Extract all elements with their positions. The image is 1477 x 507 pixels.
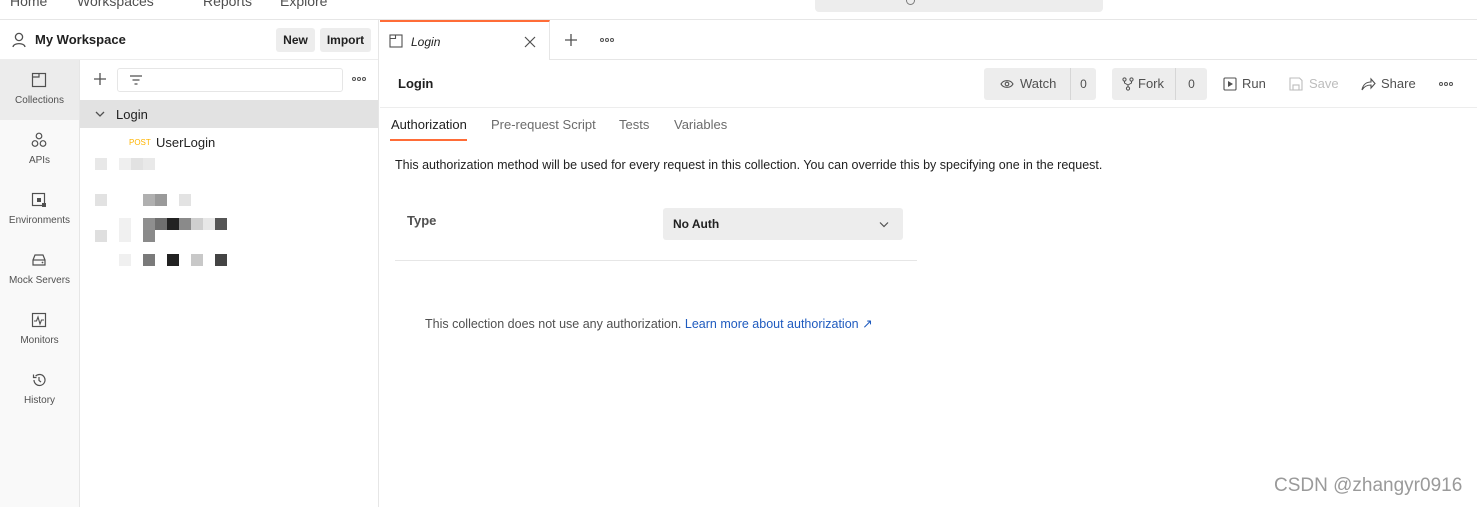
new-tab-plus-icon[interactable]: [564, 33, 578, 47]
request-title: Login: [398, 76, 434, 91]
close-icon[interactable]: [524, 36, 536, 48]
chevron-down-icon[interactable]: [95, 110, 105, 118]
save-icon: [1289, 77, 1303, 91]
rail-label: Collections: [15, 95, 64, 106]
auth-description: This authorization method will be used f…: [395, 158, 1103, 172]
run-icon: [1223, 77, 1237, 91]
share-label: Share: [1381, 76, 1416, 91]
tab-more-icon[interactable]: [600, 38, 614, 42]
tab-title: Login: [411, 35, 441, 49]
fork-count[interactable]: 0: [1175, 68, 1207, 100]
fork-button[interactable]: Fork: [1138, 68, 1164, 100]
tab-login[interactable]: Login: [380, 20, 550, 60]
top-navigation-bar: Home Workspaces Reports Explore: [0, 0, 1477, 20]
tree-toolbar: [80, 60, 378, 98]
nav-explore[interactable]: Explore: [280, 0, 327, 9]
more-actions-icon[interactable]: [1439, 82, 1453, 86]
collection-item-login[interactable]: Login: [80, 100, 378, 128]
tab-strip: Login: [380, 20, 1477, 60]
fork-icon: [1122, 77, 1134, 91]
rail-label: History: [23, 395, 56, 406]
history-icon: [32, 373, 46, 387]
rail-label: Environments: [8, 215, 71, 226]
filter-icon: [130, 75, 142, 85]
monitors-icon: [31, 312, 47, 328]
request-name: UserLogin: [156, 135, 216, 150]
workspace-title[interactable]: My Workspace: [35, 32, 126, 47]
nav-reports[interactable]: Reports: [203, 0, 252, 9]
auth-type-value: No Auth: [673, 217, 720, 231]
rail-label: Mock Servers: [8, 275, 71, 286]
auth-type-row: Type No Auth: [395, 195, 917, 261]
watermark: CSDN @zhangyr0916: [1274, 475, 1463, 496]
apis-icon: [31, 132, 47, 147]
tab-variables[interactable]: Variables: [674, 117, 727, 132]
auth-note: This collection does not use any authori…: [425, 316, 873, 331]
filter-input[interactable]: [117, 68, 343, 92]
auth-type-select[interactable]: No Auth: [663, 208, 903, 240]
mock-servers-icon: [32, 254, 46, 266]
rail-item-monitors[interactable]: Monitors: [0, 300, 79, 360]
tab-authorization[interactable]: Authorization: [391, 117, 467, 132]
request-header: Login Watch 0 Fork 0 Run Save Share: [380, 60, 1477, 108]
rail-item-apis[interactable]: APIs: [0, 120, 79, 180]
person-icon: [12, 32, 26, 48]
method-badge: POST: [129, 138, 151, 147]
collections-icon: [31, 72, 47, 88]
collection-name: Login: [116, 107, 148, 122]
new-button[interactable]: New: [276, 28, 315, 52]
rail-label: APIs: [28, 155, 51, 166]
rail-item-collections[interactable]: Collections: [0, 60, 79, 120]
collection-tab-icon: [389, 34, 403, 48]
workspace-header: My Workspace New Import: [0, 20, 378, 60]
rail-item-history[interactable]: History: [0, 360, 79, 420]
share-icon: [1361, 77, 1376, 91]
run-label: Run: [1242, 76, 1266, 91]
tab-tests[interactable]: Tests: [619, 117, 649, 132]
learn-more-link[interactable]: Learn more about authorization ↗: [685, 317, 873, 331]
tab-pre-request-script[interactable]: Pre-request Script: [491, 117, 596, 132]
nav-home[interactable]: Home: [10, 0, 47, 9]
environments-icon: [31, 192, 46, 207]
collection-subtabs: Authorization Pre-request Script Tests V…: [380, 108, 1477, 144]
save-label: Save: [1309, 76, 1339, 91]
watch-count[interactable]: 0: [1070, 68, 1096, 100]
auth-type-label: Type: [407, 213, 437, 228]
plus-icon[interactable]: [93, 72, 107, 86]
rail-item-mock-servers[interactable]: Mock Servers: [0, 240, 79, 300]
sidebar-rail: Collections APIs Environments Mock Serve…: [0, 60, 80, 507]
watch-button[interactable]: Watch: [1020, 68, 1056, 100]
search-icon: [906, 0, 915, 5]
rail-item-environments[interactable]: Environments: [0, 180, 79, 240]
sidebar: My Workspace New Import Collections APIs: [0, 20, 379, 507]
more-options-icon[interactable]: [352, 77, 366, 81]
active-tab-indicator: [390, 139, 467, 141]
main-panel: Login Login Watch 0 Fork 0 Run Save Shar…: [380, 20, 1477, 507]
chevron-down-icon: [879, 222, 889, 228]
eye-icon: [1000, 80, 1014, 88]
watch-group: Watch 0: [984, 68, 1096, 100]
request-item-userlogin[interactable]: POST UserLogin: [80, 128, 378, 156]
rail-label: Monitors: [20, 335, 59, 346]
import-button[interactable]: Import: [320, 28, 371, 52]
collections-tree: Login POST UserLogin: [80, 60, 378, 507]
global-search-input[interactable]: [815, 0, 1103, 12]
auth-note-text: This collection does not use any authori…: [425, 317, 682, 331]
nav-workspaces[interactable]: Workspaces: [77, 0, 154, 9]
fork-group: Fork 0: [1112, 68, 1207, 100]
